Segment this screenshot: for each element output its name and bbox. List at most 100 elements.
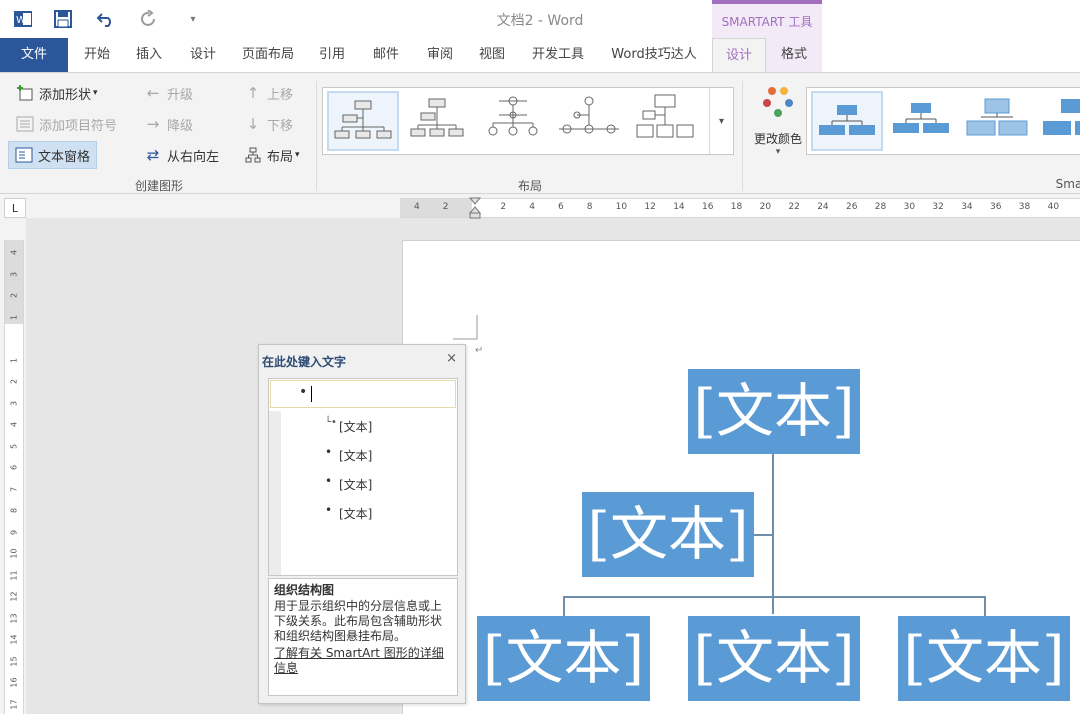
ruler-tick-label: 14 bbox=[673, 202, 685, 212]
layout-thumb-horizontal-hierarchy[interactable] bbox=[555, 91, 627, 151]
layout-thumb-circle-picture[interactable] bbox=[479, 91, 551, 151]
smartart-child-node[interactable]: [文本] bbox=[477, 616, 650, 701]
promote-button[interactable]: ← 升级 bbox=[144, 81, 193, 105]
layout-button[interactable]: 布局 ▾ bbox=[244, 143, 300, 167]
list-item[interactable]: [文本] bbox=[339, 447, 372, 464]
ruler-tick-label: 16 bbox=[9, 677, 19, 688]
paragraph-mark-icon: ↵ bbox=[475, 345, 484, 356]
vertical-ruler[interactable]: 4 3 2 1 1 2 3 4 5 6 7 8 9 10 11 12 13 14 15 16 17 bbox=[4, 240, 24, 714]
tab-selector[interactable]: L bbox=[4, 198, 26, 218]
color-palette-icon bbox=[763, 87, 793, 117]
tab-review[interactable]: 审阅 bbox=[414, 38, 466, 72]
ruler-tick-label: 28 bbox=[874, 202, 887, 212]
bullet-icon: • bbox=[299, 384, 308, 400]
ruler-tick-label: 12 bbox=[644, 202, 656, 212]
connector-line bbox=[772, 454, 774, 614]
tab-smartart-format[interactable]: 格式 bbox=[766, 38, 822, 72]
connector-line bbox=[754, 534, 772, 536]
ruler-tick-label: 26 bbox=[846, 202, 858, 212]
ruler-tick-label: 2 bbox=[9, 292, 19, 299]
ruler-tick-label: 2 bbox=[500, 202, 507, 212]
right-to-left-button[interactable]: ⇄ 从右向左 bbox=[144, 143, 219, 167]
horizontal-ruler[interactable]: 4 2 2 4 6 8 10 12 14 16 18 20 22 24 26 28 30 32 34 36 38 40 bbox=[400, 197, 1080, 219]
tab-insert[interactable]: 插入 bbox=[124, 38, 174, 72]
layout-thumb-labeled-hierarchy[interactable] bbox=[631, 91, 703, 151]
style-thumb-moderate-effect[interactable] bbox=[1039, 91, 1080, 151]
ruler-margin bbox=[400, 199, 472, 217]
document-title: 文档2 - Word bbox=[496, 13, 584, 29]
tab-view[interactable]: 视图 bbox=[466, 38, 518, 72]
description-title: 组织结构图 bbox=[274, 583, 335, 597]
ruler-tick-label: 8 bbox=[586, 202, 593, 212]
dropdown-arrow-icon: ▾ bbox=[295, 150, 300, 160]
add-bullet-icon bbox=[16, 115, 34, 133]
smartart-styles-gallery bbox=[806, 87, 1080, 155]
tab-word-tips[interactable]: Word技巧达人 bbox=[600, 38, 708, 72]
add-shape-icon bbox=[16, 84, 34, 102]
swap-direction-icon: ⇄ bbox=[146, 146, 160, 164]
close-icon[interactable]: × bbox=[446, 351, 457, 366]
ruler-tick-label: 16 bbox=[702, 202, 714, 212]
ruler-tick-label: 10 bbox=[615, 202, 628, 212]
ruler-tick-label: 1 bbox=[9, 314, 19, 320]
ruler-tick-label: 40 bbox=[1047, 202, 1060, 212]
ruler-tick-label: 4 bbox=[9, 421, 19, 428]
style-thumb-simple-fill[interactable] bbox=[811, 91, 883, 151]
tab-references[interactable]: 引用 bbox=[306, 38, 358, 72]
ruler-tick-label: 4 bbox=[414, 202, 420, 212]
demote-button[interactable]: → 降级 bbox=[144, 112, 193, 136]
text-pane-list[interactable]: • └• [文本] • [文本] • [文本] • [文本] bbox=[268, 378, 458, 576]
text-pane-title: 在此处键入文字 bbox=[262, 355, 347, 369]
smartart-styles-group-label: Sma bbox=[1055, 177, 1080, 191]
smartart-text-pane: 在此处键入文字 × • └• [文本] • [文本] • [文本] • [文本]… bbox=[258, 344, 466, 704]
bullet-icon: • bbox=[325, 474, 333, 488]
ruler-tick-label: 36 bbox=[990, 202, 1002, 212]
add-bullet-button[interactable]: 添加项目符号 bbox=[16, 112, 117, 136]
style-thumb-white-outline[interactable] bbox=[887, 91, 959, 151]
list-item[interactable]: [文本] bbox=[339, 505, 372, 522]
ruler-tick-label: 32 bbox=[932, 202, 944, 212]
layout-thumb-org-chart[interactable] bbox=[327, 91, 399, 151]
ruler-tick-label: 10 bbox=[9, 548, 19, 559]
style-thumb-subtle-effect[interactable] bbox=[963, 91, 1035, 151]
learn-more-link[interactable]: 了解有关 SmartArt 图形的详细信息 bbox=[274, 646, 452, 676]
change-colors-button[interactable]: 更改颜色 ▾ bbox=[752, 85, 804, 175]
smartart-child-node[interactable]: [文本] bbox=[898, 616, 1070, 701]
move-down-button[interactable]: ↓ 下移 bbox=[244, 112, 293, 136]
margin-corner-mark bbox=[453, 315, 478, 340]
ruler-tick-label: 7 bbox=[9, 486, 19, 492]
list-item[interactable]: [文本] bbox=[339, 476, 372, 493]
indent-marker-icon[interactable] bbox=[469, 197, 481, 219]
ruler-tick-label: 17 bbox=[9, 698, 19, 710]
group-separator bbox=[316, 81, 317, 191]
tab-smartart-design[interactable]: 设计 bbox=[712, 38, 766, 73]
move-up-button[interactable]: ↑ 上移 bbox=[244, 81, 293, 105]
layouts-more-icon[interactable]: ▾ bbox=[709, 88, 733, 154]
connector-line bbox=[563, 596, 986, 598]
ruler-tick-label: 20 bbox=[759, 202, 772, 212]
scrollbar[interactable] bbox=[269, 411, 281, 575]
ribbon-tabs: 文件 开始 插入 设计 页面布局 引用 邮件 审阅 视图 开发工具 Word技巧… bbox=[0, 38, 1080, 73]
smartart-tools-label: SMARTART 工具 bbox=[712, 0, 822, 38]
tab-page-layout[interactable]: 页面布局 bbox=[234, 38, 302, 72]
smartart-top-node[interactable]: [文本] bbox=[688, 369, 860, 454]
tab-design[interactable]: 设计 bbox=[176, 38, 230, 72]
tab-home[interactable]: 开始 bbox=[72, 38, 122, 72]
layout-thumb-name-title[interactable] bbox=[403, 91, 475, 151]
add-shape-button[interactable]: 添加形状 ▾ bbox=[16, 81, 98, 105]
ruler-tick-label: 6 bbox=[9, 464, 19, 471]
tab-developer[interactable]: 开发工具 bbox=[522, 38, 594, 72]
list-item-editing[interactable]: • bbox=[270, 380, 456, 408]
connector-line bbox=[984, 596, 986, 616]
tab-mailings[interactable]: 邮件 bbox=[360, 38, 412, 72]
tab-file[interactable]: 文件 bbox=[0, 38, 68, 72]
list-item[interactable]: [文本] bbox=[339, 418, 372, 435]
ruler-tick-label: 12 bbox=[9, 591, 19, 602]
smartart-child-node[interactable]: [文本] bbox=[688, 616, 860, 701]
ruler-tick-label: 18 bbox=[730, 202, 743, 212]
ruler-tick-label: 6 bbox=[558, 202, 564, 212]
assistant-connector-icon: └• bbox=[325, 417, 337, 428]
smartart-assistant-node[interactable]: [文本] bbox=[582, 492, 754, 577]
text-pane-button[interactable]: 文本窗格 bbox=[8, 141, 98, 169]
ruler-tick-label: 13 bbox=[9, 612, 19, 624]
